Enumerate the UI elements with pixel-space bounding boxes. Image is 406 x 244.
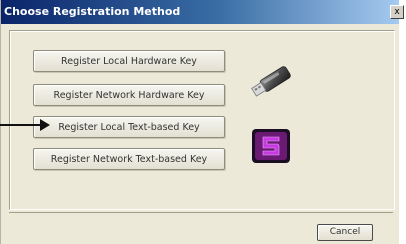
register-local-hardware-key-button[interactable]: Register Local Hardware Key bbox=[33, 50, 225, 72]
usb-key-icon bbox=[251, 66, 291, 97]
dialog-title: Choose Registration Method bbox=[4, 5, 181, 18]
register-local-text-based-key-button[interactable]: Register Local Text-based Key bbox=[33, 116, 225, 138]
title-bar[interactable]: Choose Registration Method bbox=[1, 0, 399, 24]
close-icon[interactable]: x bbox=[390, 5, 404, 19]
arrow-pointer-icon bbox=[0, 124, 42, 126]
footer-separator bbox=[9, 212, 393, 213]
arrow-head-icon bbox=[40, 119, 50, 131]
register-network-hardware-key-button[interactable]: Register Network Hardware Key bbox=[33, 84, 225, 106]
text-key-app-icon bbox=[252, 129, 290, 163]
register-network-text-based-key-button[interactable]: Register Network Text-based Key bbox=[33, 148, 225, 170]
registration-dialog: Choose Registration Method Register Loca… bbox=[0, 0, 399, 244]
cancel-button[interactable]: Cancel bbox=[317, 224, 373, 241]
